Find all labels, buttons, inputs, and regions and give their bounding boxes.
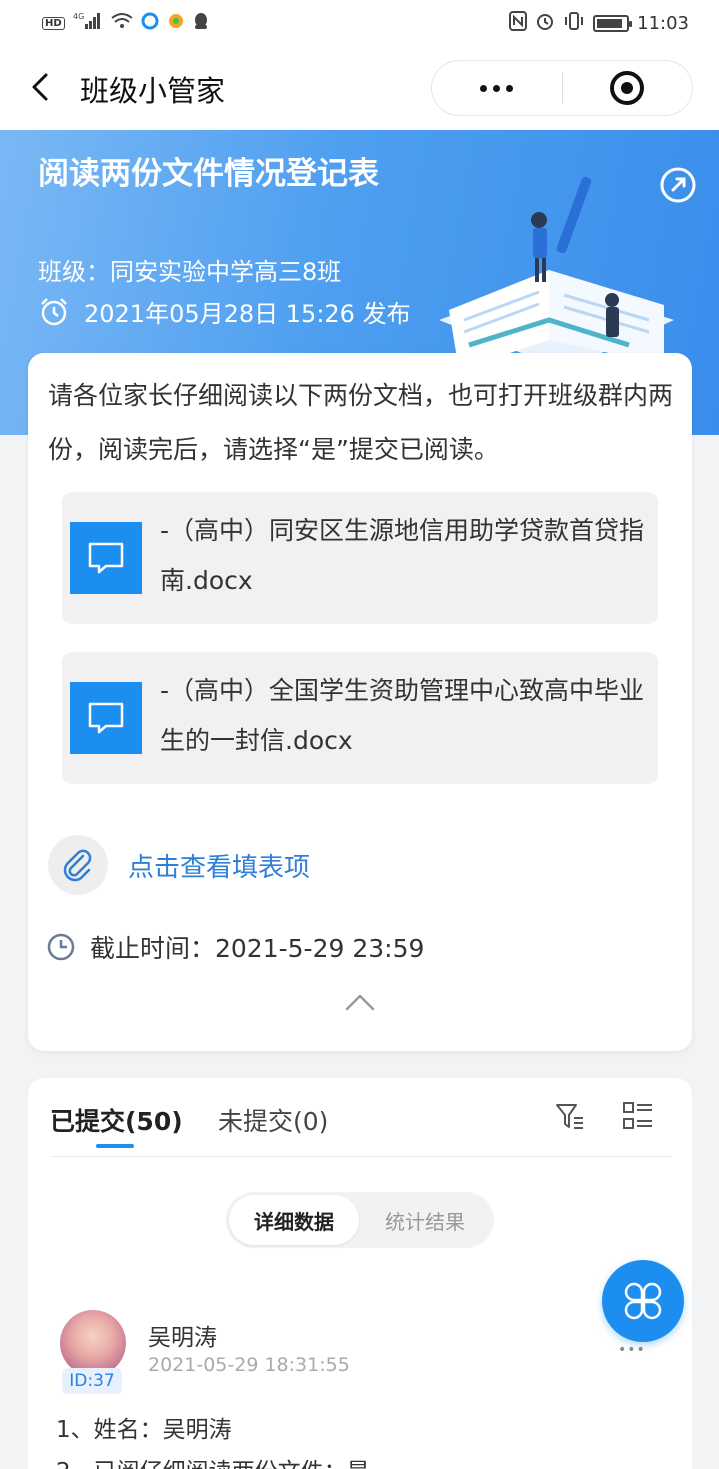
notice-description: 请各位家长仔细阅读以下两份文档，也可打开班级群内两份，阅读完后，请选择“是”提交… [48,381,674,464]
publish-time: 2021年05月28日 15:26 发布 [38,294,411,329]
qq-icon [193,12,209,34]
status-bar: HD 4G 11:03 [0,0,719,46]
target-icon [610,71,645,105]
deadline: 截止时间：2021-5-29 23:59 [46,929,424,965]
alarm-clock-icon [41,297,67,325]
answer-line: 1、姓名：吴明涛 [56,1417,232,1443]
close-miniprogram-button[interactable] [563,71,693,105]
network-label: 4G [73,12,84,21]
attachment-file[interactable]: -（高中）全国学生资助管理中心致高中毕业生的一封信.docx [62,652,658,784]
signal-icon: 4G [73,11,103,35]
floating-menu-button[interactable] [602,1260,684,1342]
answer-line: 2、已阅仔细阅读两份文件：是 [56,1452,370,1469]
paperclip-icon[interactable] [48,835,108,895]
app-notification-icon [141,12,159,34]
tab-unsubmitted[interactable]: 未提交(0) [218,1102,328,1138]
clock-icon [47,933,75,961]
nfc-icon [509,11,528,35]
tab-submitted[interactable]: 已提交(50) [50,1102,183,1138]
form-title: 阅读两份文件情况登记表 [38,156,379,192]
publish-time-text: 2021年05月28日 15:26 发布 [84,300,411,328]
segment-detail-data[interactable]: 详细数据 [229,1195,359,1245]
battery-icon [593,14,633,32]
status-left: HD 4G [42,11,209,35]
page-title: 班级小管家 [80,74,226,108]
more-menu-button[interactable] [432,84,562,92]
book-reading-illustration [439,176,674,370]
class-name: 班级：同安实验中学高三8班 [38,258,342,286]
wifi-icon [111,12,133,34]
submitter-name: 吴明涛 [148,1325,217,1351]
more-dot-icon [480,84,488,92]
tab-divider [50,1156,672,1157]
user-id-badge: ID:37 [62,1368,122,1394]
attachment-file[interactable]: -（高中）同安区生源地信用助学贷款首贷指南.docx [62,492,658,624]
vibrate-icon [563,11,585,35]
attachment-file-name: -（高中）全国学生资助管理中心致高中毕业生的一封信.docx [160,676,645,755]
miniprogram-capsule [431,60,693,116]
fab-more-dots: ••• [618,1342,646,1358]
active-tab-indicator [96,1144,134,1148]
segment-statistics[interactable]: 统计结果 [360,1195,490,1245]
nav-bar: 班级小管家 [0,46,719,130]
document-icon [70,522,142,594]
more-dot-icon [506,84,514,92]
avatar [60,1310,126,1376]
hd-indicator: HD [42,16,65,30]
view-form-fields-link[interactable]: 点击查看填表项 [128,847,310,884]
app-notification-icon-2 [167,12,185,34]
back-arrow-icon[interactable] [26,72,56,102]
submissions-card: 已提交(50) 未提交(0) 详细数据 统计结果 ID:37 吴明涛 2021-… [28,1078,692,1469]
attachment-file-name: -（高中）同安区生源地信用助学贷款首贷指南.docx [160,516,645,595]
list-view-icon[interactable] [622,1100,654,1132]
view-mode-segmented-control: 详细数据 统计结果 [226,1192,494,1248]
status-right: 11:03 [509,11,689,35]
submission-time: 2021-05-29 18:31:55 [148,1354,350,1376]
filter-icon[interactable] [554,1100,586,1132]
notice-card: 请各位家长仔细阅读以下两份文档，也可打开班级群内两份，阅读完后，请选择“是”提交… [28,353,692,1051]
collapse-chevron-up-icon[interactable] [344,991,376,1013]
more-dot-icon [493,84,501,92]
deadline-text: 截止时间：2021-5-29 23:59 [90,934,425,963]
alarm-status-icon [535,11,555,35]
document-icon [70,682,142,754]
clock-time: 11:03 [637,12,689,34]
clover-grid-icon [624,1282,662,1320]
